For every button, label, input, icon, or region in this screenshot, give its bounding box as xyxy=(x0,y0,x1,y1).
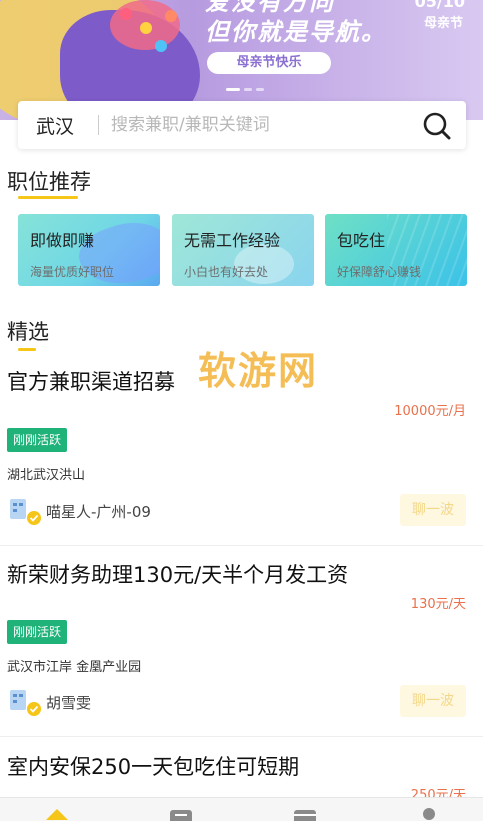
search-bar: 武汉 xyxy=(18,101,466,149)
status-badge: 刚刚活跃 xyxy=(7,620,68,644)
profile-icon[interactable] xyxy=(416,806,442,821)
banner-date: 05/10 xyxy=(414,0,465,11)
featured-title: 精选 xyxy=(7,320,49,344)
card-subtitle: 好保障舒心赚钱 xyxy=(337,265,422,279)
home-icon[interactable] xyxy=(44,806,70,821)
banner-festival: 母亲节 xyxy=(423,16,463,31)
poster-name: 喵星人-广州-09 xyxy=(46,503,151,521)
job-salary: 130元/天 xyxy=(410,597,466,612)
avatar xyxy=(10,499,41,525)
divider xyxy=(0,545,483,546)
job-card[interactable]: 室内安保250一天包吃住可短期 250元/天 xyxy=(0,738,483,803)
job-location: 湖北武汉洪山 xyxy=(7,468,86,483)
recommend-underline xyxy=(18,196,78,199)
chat-button[interactable]: 聊一波 xyxy=(400,685,466,717)
job-title: 新荣财务助理130元/天半个月发工资 xyxy=(7,563,349,587)
status-badge: 刚刚活跃 xyxy=(7,428,68,452)
search-divider xyxy=(98,115,99,135)
search-input[interactable] xyxy=(111,115,411,135)
bottom-nav xyxy=(0,797,483,821)
banner-pill: 母亲节快乐 xyxy=(207,52,331,74)
job-card[interactable]: 官方兼职渠道招募 10000元/月 刚刚活跃 湖北武汉洪山 喵星人-广州-09 … xyxy=(0,356,483,546)
avatar xyxy=(10,690,41,716)
job-title: 官方兼职渠道招募 xyxy=(7,370,175,394)
app-page: 爱没有方向 但你就是导航。 05/10 母亲节 母亲节快乐 武汉 职位推荐 即做… xyxy=(0,0,483,821)
job-title: 室内安保250一天包吃住可短期 xyxy=(7,755,300,779)
flower-icon xyxy=(155,40,167,52)
city-selector[interactable]: 武汉 xyxy=(36,112,98,139)
job-location: 武汉市江岸 金凰产业园 xyxy=(7,660,142,675)
banner-headline-top: 爱没有方向 xyxy=(205,0,335,16)
chat-button[interactable]: 聊一波 xyxy=(400,494,466,526)
pagination-dot xyxy=(226,88,240,91)
search-icon[interactable] xyxy=(422,111,452,141)
pagination-dot xyxy=(256,88,264,91)
banner-headline-bottom: 但你就是导航。 xyxy=(205,17,387,46)
category-card-quick-earn[interactable]: 即做即赚 海量优质好职位 xyxy=(18,214,160,286)
category-card-room-board[interactable]: 包吃住 好保障舒心赚钱 xyxy=(325,214,467,286)
list-icon[interactable] xyxy=(168,806,194,821)
recommend-title: 职位推荐 xyxy=(7,170,91,194)
message-icon[interactable] xyxy=(292,806,318,821)
job-salary: 10000元/月 xyxy=(394,404,466,419)
card-title: 无需工作经验 xyxy=(184,231,281,250)
poster-name: 胡雪雯 xyxy=(46,694,92,712)
card-title: 包吃住 xyxy=(337,231,386,250)
featured-underline xyxy=(18,348,36,351)
divider xyxy=(0,736,483,737)
flower-icon xyxy=(165,10,177,22)
banner-pagination xyxy=(226,88,264,91)
pagination-dot xyxy=(244,88,252,91)
card-title: 即做即赚 xyxy=(30,231,95,250)
card-subtitle: 小白也有好去处 xyxy=(184,265,269,279)
flower-icon xyxy=(140,22,152,34)
category-card-no-experience[interactable]: 无需工作经验 小白也有好去处 xyxy=(172,214,314,286)
job-card[interactable]: 新荣财务助理130元/天半个月发工资 130元/天 刚刚活跃 武汉市江岸 金凰产… xyxy=(0,547,483,737)
flower-icon xyxy=(120,8,132,20)
card-subtitle: 海量优质好职位 xyxy=(30,265,115,279)
